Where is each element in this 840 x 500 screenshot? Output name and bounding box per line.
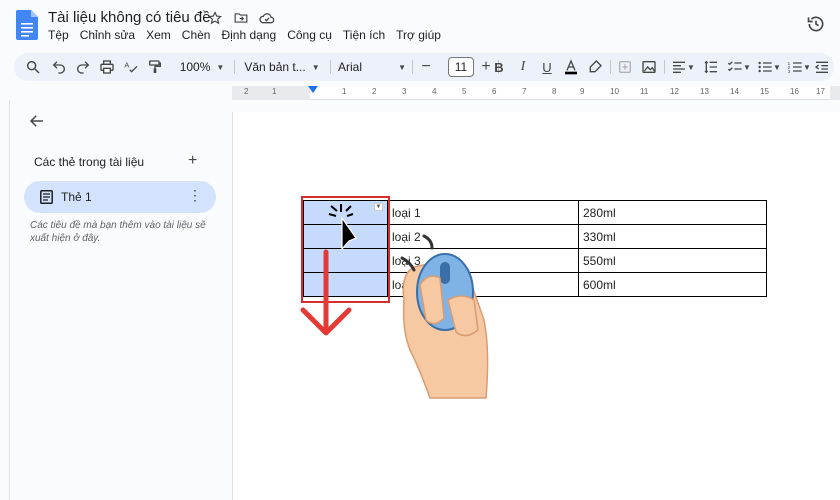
svg-text:A: A	[124, 61, 129, 70]
document-title[interactable]: Tài liệu không có tiêu đề	[48, 9, 211, 26]
ruler-number: 1	[272, 87, 277, 96]
divider	[664, 60, 665, 74]
more-options-icon[interactable]: ⋮	[188, 187, 202, 204]
menu-help[interactable]: Trợ giúp	[396, 28, 446, 42]
indent-marker-icon[interactable]	[308, 86, 318, 93]
table-cell[interactable]: loại 3	[387, 248, 579, 273]
highlight-color-icon[interactable]	[586, 58, 604, 76]
table-cell[interactable]: 600ml	[578, 272, 767, 297]
tabs-heading: Các thẻ trong tài liệu	[34, 155, 145, 169]
ruler-number: 2	[372, 87, 377, 96]
ruler-number: 4	[432, 87, 437, 96]
menu-extensions[interactable]: Tiện ích	[343, 28, 390, 42]
horizontal-ruler[interactable]: 2 1 1 2 3 4 5 6 7 8 9 10 11 12 13 14 15 …	[232, 86, 840, 100]
text-color-icon[interactable]	[562, 58, 580, 76]
ruler-number: 2	[244, 87, 249, 96]
selection-highlight-box	[301, 196, 390, 303]
menu-format[interactable]: Định dạng	[221, 28, 281, 42]
docs-logo-icon[interactable]	[16, 10, 38, 40]
ruler-number: 3	[402, 87, 407, 96]
ruler-margin-right	[830, 86, 840, 100]
ruler-number: 9	[580, 87, 585, 96]
table-cell[interactable]: 550ml	[578, 248, 767, 273]
ruler-number: 6	[492, 87, 497, 96]
align-icon[interactable]: ▼	[670, 58, 696, 76]
caret-down-icon: ▼	[216, 62, 225, 72]
ruler-number: 1	[342, 87, 347, 96]
print-icon[interactable]	[98, 58, 116, 76]
table-cell[interactable]: loại 1	[387, 200, 579, 225]
ruler-number: 12	[670, 87, 679, 96]
font-size-input[interactable]: 11	[448, 57, 474, 77]
add-tab-button[interactable]: +	[188, 152, 197, 170]
undo-icon[interactable]	[50, 58, 68, 76]
vertical-ruler[interactable]	[0, 100, 10, 500]
ruler-number: 7	[522, 87, 527, 96]
version-history-icon[interactable]	[806, 14, 826, 34]
title-bar: Tài liệu không có tiêu đề Tệp Chỉnh sửa …	[0, 0, 840, 50]
decrease-font-size-button[interactable]: −	[418, 58, 434, 76]
divider	[330, 60, 331, 74]
tab-item[interactable]: Thẻ 1 ⋮	[24, 181, 216, 213]
document-tab-icon	[40, 190, 53, 204]
menu-edit[interactable]: Chỉnh sửa	[80, 28, 140, 42]
paragraph-style-value: Văn bản t...	[244, 60, 306, 74]
divider	[610, 60, 611, 74]
paint-format-icon[interactable]	[146, 58, 164, 76]
underline-icon[interactable]: U	[538, 58, 556, 76]
star-icon[interactable]	[206, 9, 224, 27]
ruler-number: 11	[640, 87, 649, 96]
divider	[412, 60, 413, 74]
menu-bar: Tệp Chỉnh sửa Xem Chèn Định dạng Công cụ…	[48, 28, 452, 42]
font-value: Arial	[338, 60, 363, 74]
table-cell[interactable]: 280ml	[578, 200, 767, 225]
document-page[interactable]	[232, 112, 840, 500]
ruler-number: 8	[552, 87, 557, 96]
ruler-number: 13	[700, 87, 709, 96]
document-tabs-sidebar: Các thẻ trong tài liệu + Thẻ 1 ⋮ Các tiê…	[10, 100, 232, 500]
insert-link-icon[interactable]	[616, 58, 634, 76]
menu-view[interactable]: Xem	[146, 28, 176, 42]
table-cell[interactable]: loại 4	[387, 272, 579, 297]
zoom-value: 100%	[179, 60, 211, 74]
tab-label: Thẻ 1	[61, 190, 92, 204]
checklist-icon[interactable]: ▼	[726, 58, 752, 76]
menu-file[interactable]: Tệp	[48, 28, 74, 42]
toolbar: A 100% ▼ Văn bản t... ▼ Arial ▼ − 11 + B I …	[14, 53, 834, 81]
search-menus-icon[interactable]	[24, 58, 42, 76]
numbered-list-icon[interactable]: 1 2 3 ▼	[786, 58, 812, 76]
font-select[interactable]: Arial ▼	[338, 58, 406, 76]
divider	[234, 60, 235, 74]
bulleted-list-icon[interactable]: ▼	[756, 58, 782, 76]
paragraph-style-select[interactable]: Văn bản t... ▼	[240, 58, 324, 76]
ruler-number: 16	[790, 87, 799, 96]
ruler-number: 5	[462, 87, 467, 96]
caret-down-icon: ▼	[398, 62, 406, 72]
svg-text:3: 3	[788, 69, 791, 74]
zoom-select[interactable]: 100% ▼	[174, 58, 230, 76]
decrease-indent-icon[interactable]	[814, 58, 830, 76]
ruler-number: 14	[730, 87, 739, 96]
italic-icon[interactable]: I	[514, 58, 532, 76]
bold-icon[interactable]: B	[490, 58, 508, 76]
caret-down-icon: ▼	[311, 62, 320, 72]
line-spacing-icon[interactable]	[702, 58, 720, 76]
ruler-number: 17	[816, 87, 825, 96]
table-cell[interactable]: loại 2	[387, 224, 579, 249]
ruler-number: 10	[610, 87, 619, 96]
insert-image-icon[interactable]	[640, 58, 658, 76]
spellcheck-icon[interactable]: A	[122, 58, 140, 76]
table-cell[interactable]: 330ml	[578, 224, 767, 249]
menu-insert[interactable]: Chèn	[182, 28, 216, 42]
cloud-saved-icon[interactable]	[258, 9, 276, 27]
back-arrow-icon[interactable]	[28, 112, 46, 130]
tab-hint-text: Các tiêu đề mà bạn thêm vào tài liệu sẽ …	[30, 220, 206, 244]
move-folder-icon[interactable]	[232, 9, 250, 27]
menu-tools[interactable]: Công cụ	[287, 28, 337, 42]
redo-icon[interactable]	[74, 58, 92, 76]
ruler-number: 15	[760, 87, 769, 96]
